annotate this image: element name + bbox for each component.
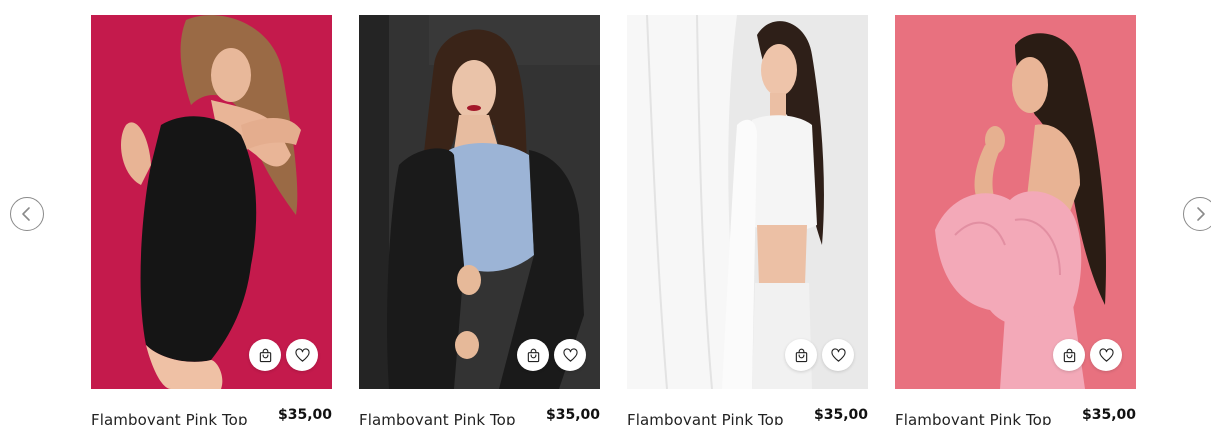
heart-icon <box>1098 347 1114 362</box>
product-carousel: Flamboyant Pink Top $35,00 Flamboyant Pi… <box>0 0 1211 425</box>
wishlist-button[interactable] <box>286 339 318 371</box>
shopping-bag-icon <box>259 348 271 362</box>
product-price: $35,00 <box>545 407 600 423</box>
product-price: $35,00 <box>1081 407 1136 423</box>
product-card[interactable]: Flamboyant Pink Top $35,00 <box>895 15 1136 425</box>
heart-icon <box>562 347 578 362</box>
product-photo <box>627 15 868 389</box>
product-name[interactable]: Flamboyant Pink Top <box>91 411 248 425</box>
carousel-next-button[interactable] <box>1183 197 1211 231</box>
carousel-prev-button[interactable] <box>10 197 44 231</box>
wishlist-button[interactable] <box>554 339 586 371</box>
product-list: Flamboyant Pink Top $35,00 Flamboyant Pi… <box>91 15 1136 425</box>
heart-icon <box>830 347 846 362</box>
wishlist-button[interactable] <box>822 339 854 371</box>
product-name[interactable]: Flamboyant Pink Top <box>359 411 516 425</box>
add-to-cart-button[interactable] <box>785 339 817 371</box>
heart-icon <box>294 347 310 362</box>
product-card[interactable]: Flamboyant Pink Top $35,00 <box>627 15 868 425</box>
chevron-left-icon <box>22 207 30 221</box>
shopping-bag-icon <box>527 348 539 362</box>
shopping-bag-icon <box>1063 348 1075 362</box>
product-name[interactable]: Flamboyant Pink Top <box>627 411 784 425</box>
product-card[interactable]: Flamboyant Pink Top $35,00 <box>359 15 600 425</box>
product-image[interactable] <box>627 15 868 389</box>
add-to-cart-button[interactable] <box>249 339 281 371</box>
wishlist-button[interactable] <box>1090 339 1122 371</box>
product-photo <box>895 15 1136 389</box>
product-actions <box>1053 339 1122 371</box>
product-image[interactable] <box>91 15 332 389</box>
add-to-cart-button[interactable] <box>517 339 549 371</box>
product-photo <box>359 15 600 389</box>
product-photo <box>91 15 332 389</box>
product-info: Flamboyant Pink Top $35,00 <box>627 407 868 425</box>
product-actions <box>249 339 318 371</box>
product-card[interactable]: Flamboyant Pink Top $35,00 <box>91 15 332 425</box>
product-price: $35,00 <box>813 407 868 423</box>
product-name[interactable]: Flamboyant Pink Top <box>895 411 1052 425</box>
product-actions <box>785 339 854 371</box>
product-image[interactable] <box>895 15 1136 389</box>
product-info: Flamboyant Pink Top $35,00 <box>359 407 600 425</box>
product-info: Flamboyant Pink Top $35,00 <box>91 407 332 425</box>
chevron-right-icon <box>1197 207 1205 221</box>
product-info: Flamboyant Pink Top $35,00 <box>895 407 1136 425</box>
add-to-cart-button[interactable] <box>1053 339 1085 371</box>
product-actions <box>517 339 586 371</box>
shopping-bag-icon <box>795 348 807 362</box>
product-price: $35,00 <box>277 407 332 423</box>
product-image[interactable] <box>359 15 600 389</box>
